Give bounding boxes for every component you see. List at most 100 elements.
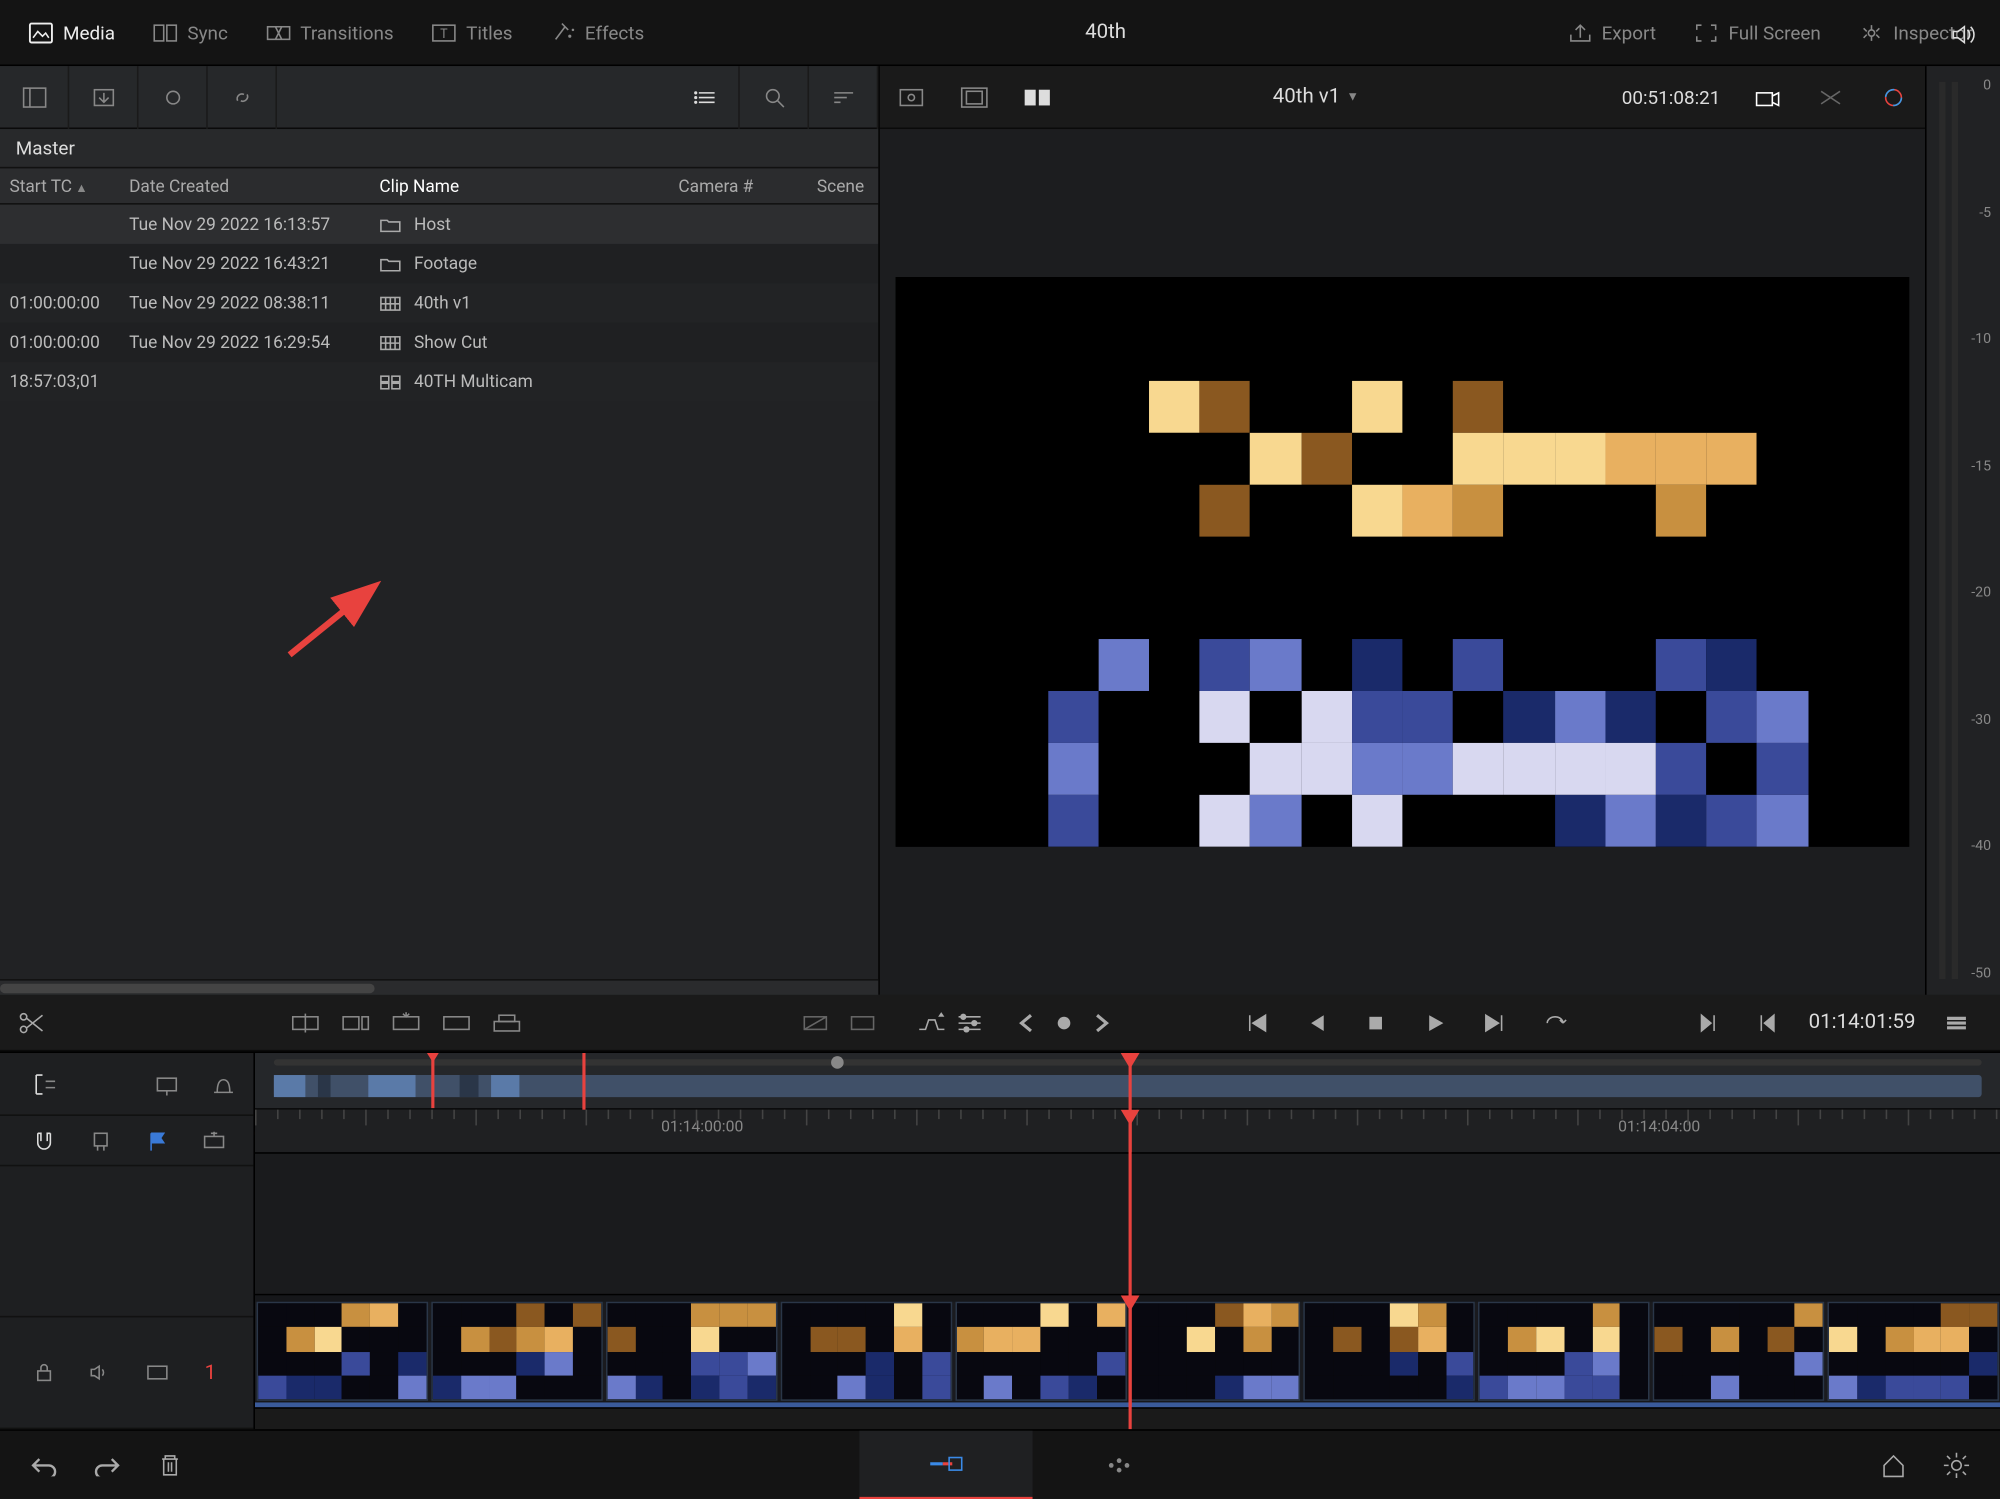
col-date-created[interactable]: Date Created	[120, 176, 370, 196]
next-edit-button[interactable]	[1689, 1003, 1727, 1041]
delete-button[interactable]	[151, 1446, 189, 1484]
track-header[interactable]: 1	[0, 1316, 253, 1429]
effects-icon	[550, 21, 575, 43]
stop-button[interactable]	[1356, 1003, 1394, 1041]
horizontal-scrollbar[interactable]	[0, 979, 878, 995]
snap-button[interactable]	[25, 1121, 63, 1159]
relink-button[interactable]	[208, 65, 277, 128]
mute-button[interactable]	[1927, 3, 2000, 66]
page-cut[interactable]	[859, 1430, 1032, 1499]
trash-icon	[157, 1452, 182, 1477]
go-start-button[interactable]	[1236, 1003, 1274, 1041]
append-button[interactable]	[337, 1003, 375, 1041]
ripple-overwrite-button[interactable]	[387, 1003, 425, 1041]
col-scene[interactable]: Scene	[807, 176, 878, 196]
undo-button[interactable]	[25, 1446, 63, 1484]
viewer-mode-button[interactable]	[1006, 65, 1069, 128]
cut-button[interactable]	[844, 1003, 882, 1041]
sort-button[interactable]	[809, 65, 878, 128]
home-button[interactable]	[1875, 1446, 1913, 1484]
audio-track-button[interactable]	[82, 1354, 120, 1392]
video-only-button[interactable]	[148, 1065, 186, 1103]
camera-button[interactable]	[1736, 65, 1799, 128]
sidebar-toggle-button[interactable]	[0, 65, 69, 128]
button-label: Full Screen	[1728, 21, 1820, 43]
trim-mode-button[interactable]	[25, 1065, 63, 1103]
audio-only-button[interactable]	[205, 1065, 243, 1103]
timeline-menu-button[interactable]	[1938, 1003, 1976, 1041]
dissolve-icon	[801, 1011, 829, 1033]
guides-button[interactable]	[880, 65, 943, 128]
safe-area-button[interactable]	[943, 65, 1006, 128]
prev-edit-icon	[1757, 1011, 1779, 1033]
timeline: 1	[0, 1051, 2000, 1429]
settings-button[interactable]	[1938, 1446, 1976, 1484]
marker-button[interactable]	[82, 1121, 120, 1159]
record-timecode[interactable]: 01:14:01:59	[1809, 1011, 1916, 1035]
col-camera[interactable]: Camera #	[669, 176, 808, 196]
list-view-button[interactable]	[671, 65, 740, 128]
media-row[interactable]: Tue Nov 29 2022 16:13:57 Host	[0, 205, 878, 244]
tab-transitions[interactable]: Transitions	[250, 12, 409, 53]
add-track-icon	[201, 1129, 226, 1151]
place-on-top-button[interactable]	[488, 1003, 526, 1041]
page-bar	[0, 1429, 2000, 1498]
video-track-area[interactable]	[255, 1154, 2000, 1296]
col-start-tc[interactable]: Start TC▲	[0, 176, 120, 196]
step-back-button[interactable]	[1296, 1003, 1334, 1041]
guides-icon	[897, 86, 925, 108]
page-edit[interactable]	[1032, 1430, 1205, 1499]
append-icon	[340, 1011, 371, 1033]
add-track-button[interactable]	[195, 1121, 233, 1159]
media-row[interactable]: 01:00:00:00 Tue Nov 29 2022 16:29:54 Sho…	[0, 323, 878, 362]
dissolve-button[interactable]	[796, 1003, 834, 1041]
sync-circle-icon	[160, 86, 185, 108]
boring-detector-button[interactable]	[913, 1003, 951, 1041]
media-row[interactable]: 01:00:00:00 Tue Nov 29 2022 08:38:11 40t…	[0, 283, 878, 322]
col-clip-name[interactable]: Clip Name	[370, 176, 669, 196]
next-marker-button[interactable]	[1083, 1003, 1121, 1041]
timeline-ruler[interactable]: 01:14:00:00 01:14:04:00	[255, 1110, 2000, 1154]
color-button[interactable]	[1862, 65, 1925, 128]
bin-icon	[379, 256, 401, 272]
clip-track[interactable]	[255, 1295, 2000, 1408]
loop-button[interactable]	[1536, 1003, 1574, 1041]
close-up-button[interactable]	[438, 1003, 476, 1041]
media-row[interactable]: Tue Nov 29 2022 16:43:21 Footage	[0, 244, 878, 283]
timeline-options-button[interactable]	[951, 1003, 989, 1041]
play-button[interactable]	[1416, 1003, 1454, 1041]
flag-button[interactable]	[139, 1121, 177, 1159]
button-label: Export	[1602, 21, 1657, 43]
media-row[interactable]: 18:57:03;01 40TH Multicam	[0, 362, 878, 401]
prev-marker-button[interactable]	[1007, 1003, 1045, 1041]
timeline-main[interactable]: 01:14:00:00 01:14:04:00	[255, 1053, 2000, 1429]
chevron-left-icon	[1017, 1011, 1036, 1033]
tab-effects[interactable]: Effects	[535, 12, 660, 53]
annotation-arrow	[280, 576, 390, 664]
source-timecode[interactable]: 00:51:08:21	[1563, 86, 1736, 108]
tab-sync[interactable]: Sync	[137, 12, 244, 53]
go-end-button[interactable]	[1476, 1003, 1514, 1041]
viewer-canvas[interactable]	[880, 129, 1925, 995]
smart-insert-button[interactable]	[286, 1003, 324, 1041]
sync-button[interactable]	[139, 65, 208, 128]
import-media-button[interactable]	[69, 65, 138, 128]
export-button[interactable]: Export	[1551, 12, 1672, 53]
add-marker-button[interactable]	[1045, 1003, 1083, 1041]
bin-path[interactable]: Master	[0, 129, 878, 167]
viewer-clip-name[interactable]: 40th v1 ▼	[1273, 85, 1359, 109]
tab-label: Sync	[187, 21, 227, 43]
search-button[interactable]	[740, 65, 809, 128]
lock-track-button[interactable]	[25, 1354, 63, 1392]
smart-insert-icon	[290, 1011, 321, 1033]
prev-edit-button[interactable]	[1749, 1003, 1787, 1041]
fullscreen-button[interactable]: Full Screen	[1678, 12, 1836, 53]
redo-button[interactable]	[88, 1446, 126, 1484]
tab-media[interactable]: Media	[13, 12, 131, 53]
cut-page-icon	[926, 1449, 964, 1477]
tab-titles[interactable]: T Titles	[416, 12, 529, 53]
tools-button[interactable]	[1799, 65, 1862, 128]
search-icon	[761, 86, 786, 108]
video-track-button[interactable]	[139, 1354, 177, 1392]
blade-tool[interactable]	[13, 1003, 51, 1041]
